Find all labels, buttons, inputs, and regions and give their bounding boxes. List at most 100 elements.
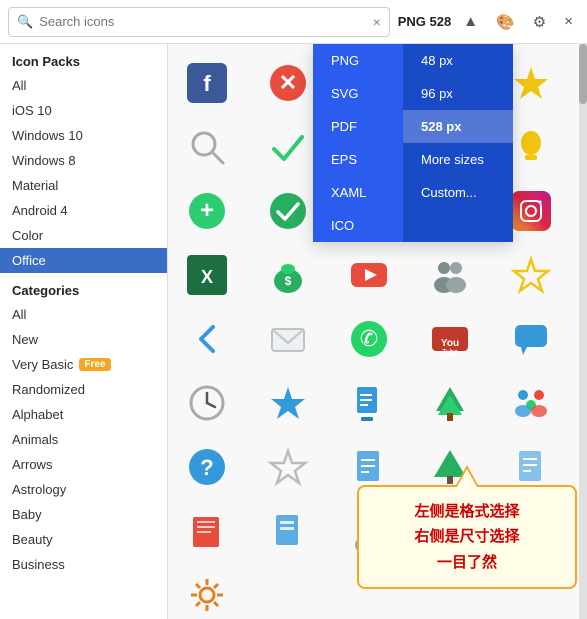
svg-text:X: X (201, 267, 213, 287)
size-dropdown-column: 48 px 96 px 528 px More sizes Custom... (403, 44, 513, 242)
sidebar-item-beauty[interactable]: Beauty (0, 527, 167, 552)
sidebar-item-label: All (12, 78, 26, 93)
icon-clock[interactable] (176, 372, 238, 434)
icon-star-outline2[interactable] (257, 436, 319, 498)
size-528[interactable]: 528 px (403, 110, 513, 143)
sidebar-item-label: Office (12, 253, 46, 268)
sidebar-item-all-cat[interactable]: All (0, 302, 167, 327)
sidebar-item-label: Arrows (12, 457, 52, 472)
annotation-line1: 左侧是格式选择 (375, 499, 559, 525)
annotation-arrow (455, 465, 479, 487)
icon-packs-title: Icon Packs (0, 44, 167, 73)
icon-check-circle-green[interactable] (257, 180, 319, 242)
icon-doc-blue2[interactable] (257, 500, 319, 562)
sidebar-item-label: Very Basic (12, 357, 73, 372)
icon-chat-blue[interactable] (500, 308, 562, 370)
sidebar-item-alphabet[interactable]: Alphabet (0, 402, 167, 427)
sidebar-item-baby[interactable]: Baby (0, 502, 167, 527)
annotation-line2: 右侧是尺寸选择 (375, 524, 559, 550)
icon-book-red[interactable] (176, 500, 238, 562)
png-format-label: PNG 528 (398, 14, 451, 29)
sidebar-item-office[interactable]: Office (0, 248, 167, 273)
format-ico[interactable]: ICO (313, 209, 403, 242)
sidebar-item-new[interactable]: New (0, 327, 167, 352)
scrollbar-thumb[interactable] (579, 44, 587, 104)
settings-button[interactable]: ⚙ (527, 9, 552, 35)
icon-doc-blue[interactable] (338, 372, 400, 434)
size-custom[interactable]: Custom... (403, 176, 513, 209)
format-dropdown: PNG SVG PDF EPS XAML ICO 48 px 96 px 528… (313, 44, 513, 242)
sidebar-item-label: New (12, 332, 38, 347)
search-box[interactable]: 🔍 Search icons × (8, 7, 390, 37)
sidebar-item-label: Astrology (12, 482, 66, 497)
icon-star-blue[interactable] (257, 372, 319, 434)
icon-facebook[interactable]: f (176, 52, 238, 114)
svg-text:?: ? (200, 455, 213, 480)
icon-excel[interactable]: X (176, 244, 238, 306)
svg-text:Tube: Tube (442, 349, 458, 356)
icon-add-green[interactable]: + (176, 180, 238, 242)
svg-text:$: $ (285, 274, 292, 288)
sidebar-item-label: Business (12, 557, 65, 572)
icon-whatsapp[interactable]: ✆ (338, 308, 400, 370)
top-bar-right: PNG 528 ▲ 🎨 ⚙ × (398, 9, 579, 35)
icon-youtube2[interactable]: YouTube (419, 308, 481, 370)
sidebar-item-ios10[interactable]: iOS 10 (0, 98, 167, 123)
svg-text:You: You (441, 338, 459, 349)
format-png[interactable]: PNG (313, 44, 403, 77)
size-96[interactable]: 96 px (403, 77, 513, 110)
sidebar-item-all-packs[interactable]: All (0, 73, 167, 98)
main-layout: Icon Packs All iOS 10 Windows 10 Windows… (0, 44, 587, 619)
annotation-box: 左侧是格式选择 右侧是尺寸选择 一目了然 (357, 485, 577, 590)
sidebar-item-label: iOS 10 (12, 103, 52, 118)
close-button[interactable]: × (558, 9, 579, 34)
sidebar-item-material[interactable]: Material (0, 173, 167, 198)
size-48[interactable]: 48 px (403, 44, 513, 77)
icon-search-grey[interactable] (176, 116, 238, 178)
top-bar: 🔍 Search icons × PNG 528 ▲ 🎨 ⚙ × (0, 0, 587, 44)
search-input[interactable]: Search icons (39, 14, 372, 29)
color-button[interactable]: 🎨 (490, 9, 521, 35)
icon-back-arrow[interactable] (176, 308, 238, 370)
format-xaml[interactable]: XAML (313, 176, 403, 209)
sidebar-item-label: Baby (12, 507, 42, 522)
annotation-line3: 一目了然 (375, 550, 559, 576)
size-more[interactable]: More sizes (403, 143, 513, 176)
icon-close-red[interactable]: ✕ (257, 52, 319, 114)
sidebar-item-color[interactable]: Color (0, 223, 167, 248)
svg-text:✕: ✕ (279, 70, 297, 95)
sidebar-item-astrology[interactable]: Astrology (0, 477, 167, 502)
sidebar: Icon Packs All iOS 10 Windows 10 Windows… (0, 44, 168, 619)
format-dropdown-column: PNG SVG PDF EPS XAML ICO (313, 44, 403, 242)
icon-help-blue[interactable]: ? (176, 436, 238, 498)
scrollbar[interactable] (579, 44, 587, 619)
format-pdf[interactable]: PDF (313, 110, 403, 143)
format-eps[interactable]: EPS (313, 143, 403, 176)
icon-star-outline[interactable] (500, 244, 562, 306)
sidebar-item-win10[interactable]: Windows 10 (0, 123, 167, 148)
sidebar-item-very-basic[interactable]: Very Basic Free (0, 352, 167, 377)
svg-text:✆: ✆ (360, 326, 378, 351)
sidebar-item-business[interactable]: Business (0, 552, 167, 577)
icon-money-bag[interactable]: $ (257, 244, 319, 306)
icon-settings-orange[interactable] (176, 564, 238, 619)
search-clear-icon[interactable]: × (373, 14, 381, 30)
sidebar-item-arrows[interactable]: Arrows (0, 452, 167, 477)
svg-text:f: f (203, 71, 211, 96)
sidebar-item-win8[interactable]: Windows 8 (0, 148, 167, 173)
sidebar-item-label: Alphabet (12, 407, 63, 422)
free-badge: Free (79, 358, 110, 371)
icon-youtube[interactable] (338, 244, 400, 306)
icon-mail[interactable] (257, 308, 319, 370)
sidebar-item-android4[interactable]: Android 4 (0, 198, 167, 223)
sidebar-item-label: Windows 10 (12, 128, 83, 143)
png-dropdown-button[interactable]: ▲ (457, 9, 484, 34)
icon-people2[interactable] (500, 372, 562, 434)
sidebar-item-randomized[interactable]: Randomized (0, 377, 167, 402)
icon-tree[interactable] (419, 372, 481, 434)
search-icon: 🔍 (17, 14, 33, 30)
icon-people[interactable] (419, 244, 481, 306)
icon-check-green[interactable] (257, 116, 319, 178)
format-svg[interactable]: SVG (313, 77, 403, 110)
sidebar-item-animals[interactable]: Animals (0, 427, 167, 452)
